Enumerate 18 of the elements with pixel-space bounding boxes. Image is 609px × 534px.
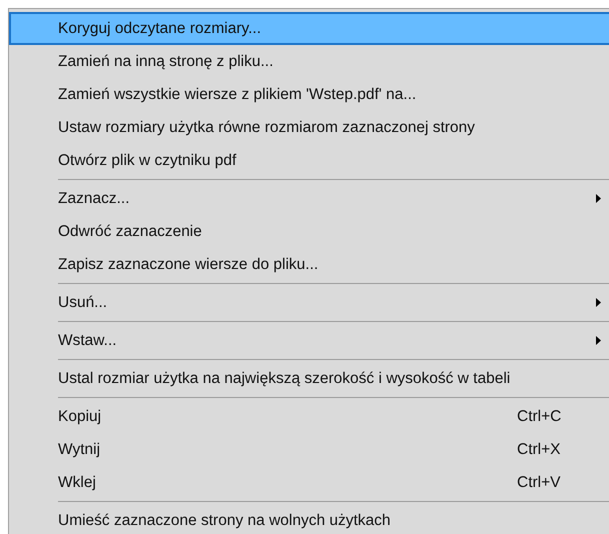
menu-item[interactable]: Ustal rozmiar użytka na największą szerokość i wysokość w tabeli <box>9 362 609 395</box>
menu-item[interactable]: Zaznacz... <box>9 182 609 215</box>
menu-item[interactable]: Wklej Ctrl+V <box>9 466 609 499</box>
menu-item[interactable]: Zamień wszystkie wiersze z plikiem 'Wstep.pdf' na... <box>9 78 609 111</box>
menu-item[interactable]: Wstaw... <box>9 324 609 357</box>
submenu-arrow-icon <box>596 194 601 203</box>
menu-item[interactable]: Zamień na inną stronę z pliku... <box>9 45 609 78</box>
menu-item[interactable]: Zapisz zaznaczone wiersze do pliku... <box>9 248 609 281</box>
menu-item[interactable]: Wytnij Ctrl+X <box>9 433 609 466</box>
menu-item[interactable]: Usuń... <box>9 286 609 319</box>
menu-item[interactable]: Otwórz plik w czytniku pdf <box>9 144 609 177</box>
submenu-arrow-icon <box>596 298 601 307</box>
submenu-arrow-icon <box>596 336 601 345</box>
menu-item[interactable]: Koryguj odczytane rozmiary... <box>9 12 609 45</box>
menu-item[interactable]: Ustaw rozmiary użytka równe rozmiarom zaznaczonej strony <box>9 111 609 144</box>
menu-item[interactable]: Kopiuj Ctrl+C <box>9 400 609 433</box>
menu-item[interactable]: Odwróć zaznaczenie <box>9 215 609 248</box>
menu-item[interactable]: Umieść zaznaczone strony na wolnych użytkach <box>9 504 609 534</box>
